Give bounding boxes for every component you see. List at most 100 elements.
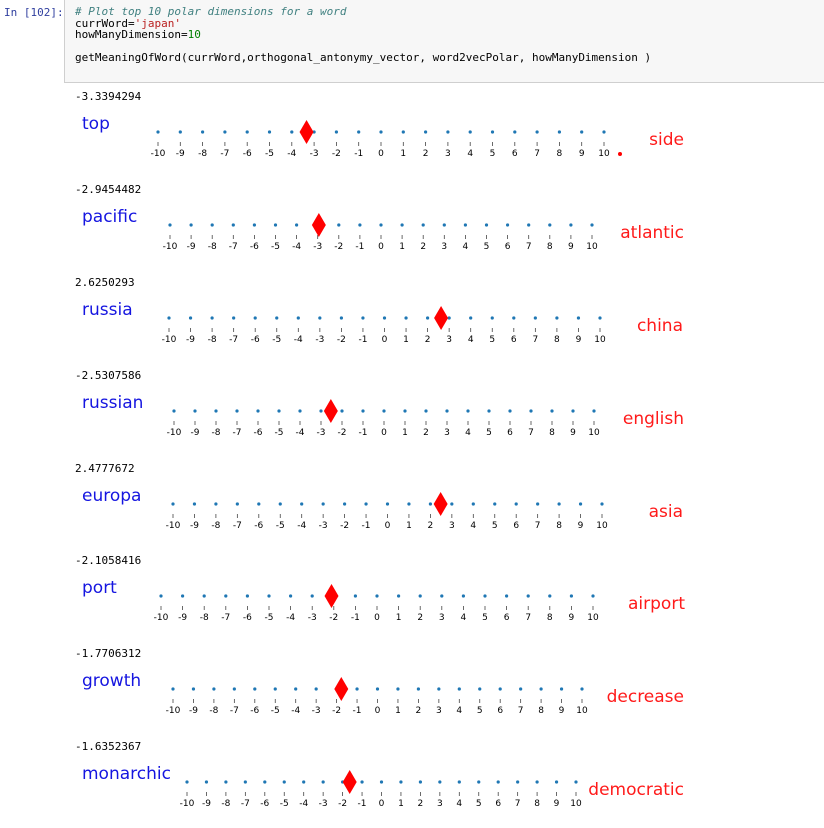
axis-point: [512, 316, 516, 320]
axis-point: [375, 594, 379, 598]
cell-output: -3.3394294 top side -10 -9 -8 -7 -6 -5 -4 -3 -2 -1 0 1…: [0, 82, 824, 824]
tick-label: 3: [437, 799, 443, 809]
axis-point: [178, 130, 182, 134]
axis-point: [223, 130, 227, 134]
tick-label: -6: [250, 242, 259, 252]
tick-label: 1: [396, 613, 402, 623]
tick-label: 2: [417, 613, 423, 623]
tick-label: -9: [176, 149, 185, 159]
tick-label: 4: [456, 799, 462, 809]
axis-point: [257, 502, 261, 506]
axis-point: [468, 130, 472, 134]
tick-label: 0: [378, 149, 384, 159]
axis-point: [214, 409, 218, 413]
tick-label: -6: [254, 521, 263, 531]
axis-point: [277, 409, 281, 413]
tick-label: -7: [229, 335, 238, 345]
tick-label: 9: [569, 613, 575, 623]
axis-point: [210, 316, 214, 320]
tick-label: 8: [534, 799, 540, 809]
axis-point: [298, 409, 302, 413]
axis-point: [193, 409, 197, 413]
tick-label: -8: [200, 613, 209, 623]
axis-point: [321, 780, 325, 784]
axis-point: [399, 780, 403, 784]
tick-label: -8: [211, 521, 220, 531]
axis-point: [212, 687, 216, 691]
axis-point: [253, 316, 257, 320]
axis-point: [466, 409, 470, 413]
axis-point: [484, 223, 489, 227]
axis-point: [505, 594, 509, 598]
polar-axis-chart: -10 -9 -8 -7 -6 -5 -4 -3 -2 -1 0 1 2 3 4 5 6 7 8 9 10: [162, 306, 606, 345]
axis-point: [171, 687, 175, 691]
tick-label: -2: [340, 521, 349, 531]
tick-label: 1: [399, 242, 405, 252]
tick-label: -6: [251, 335, 260, 345]
tick-label: 5: [482, 613, 488, 623]
axis-point: [496, 780, 500, 784]
tick-label: -7: [229, 242, 238, 252]
tick-label: 2: [420, 242, 426, 252]
axis-point: [428, 502, 432, 506]
tick-label: -8: [198, 149, 207, 159]
tick-label: -10: [151, 149, 166, 159]
tick-label: 0: [385, 521, 391, 531]
axis-point: [533, 316, 537, 320]
tick-label: 6: [495, 799, 501, 809]
axis-point: [506, 223, 510, 227]
tick-label: -7: [220, 149, 229, 159]
axis-point: [375, 687, 380, 691]
tick-label: -4: [291, 706, 300, 716]
tick-label: -5: [271, 706, 280, 716]
axis-point: [461, 594, 465, 598]
axis-point: [493, 502, 497, 506]
axis-point: [404, 316, 408, 320]
tick-label: -5: [271, 242, 280, 252]
tick-label: -5: [272, 335, 281, 345]
axis-point: [224, 594, 228, 598]
axis-point: [418, 594, 422, 598]
axis-point: [171, 502, 175, 506]
tick-label: 5: [484, 242, 490, 252]
tick-label: -4: [286, 613, 295, 623]
tick-label: -6: [250, 706, 259, 716]
axis-point: [319, 409, 323, 413]
axis-point: [424, 130, 428, 134]
axis-point: [569, 223, 573, 227]
axis-point: [598, 316, 602, 320]
code-editor[interactable]: # Plot top 10 polar dimensions for a wor…: [75, 6, 651, 64]
axis-point: [401, 130, 405, 134]
polar-score: -2.5307586: [75, 369, 142, 382]
tick-label: -4: [299, 799, 308, 809]
tick-label: 5: [486, 428, 492, 438]
axis-point: [252, 223, 256, 227]
tick-label: 8: [547, 242, 553, 252]
tick-label: 7: [515, 799, 521, 809]
axis-point: [548, 594, 552, 598]
polar-axis-chart: -10 -9 -8 -7 -6 -5 -4 -3 -2 -1 0 1 2 3 4 5 6 7 8 9 10: [154, 584, 599, 623]
axis-point: [379, 223, 383, 227]
axis-point: [343, 502, 347, 506]
axis-point: [445, 409, 449, 413]
axis-point: [450, 502, 454, 506]
tick-label: 7: [525, 613, 531, 623]
tick-label: 0: [375, 706, 381, 716]
tick-label: 9: [576, 335, 582, 345]
tick-label: 10: [570, 799, 582, 809]
tick-label: -3: [313, 242, 322, 252]
tick-label: 5: [477, 706, 483, 716]
tick-label: -10: [166, 521, 181, 531]
tick-label: -10: [162, 335, 177, 345]
tick-label: -3: [310, 149, 319, 159]
tick-label: 8: [549, 428, 555, 438]
tick-label: 6: [497, 706, 503, 716]
axis-point: [245, 594, 249, 598]
axis-point: [156, 130, 160, 134]
tick-label: 5: [492, 521, 498, 531]
axis-point: [340, 409, 344, 413]
axis-point: [382, 316, 387, 320]
tick-label: -3: [319, 799, 328, 809]
axis-point: [469, 316, 473, 320]
polar-score: 2.4777672: [75, 462, 135, 475]
